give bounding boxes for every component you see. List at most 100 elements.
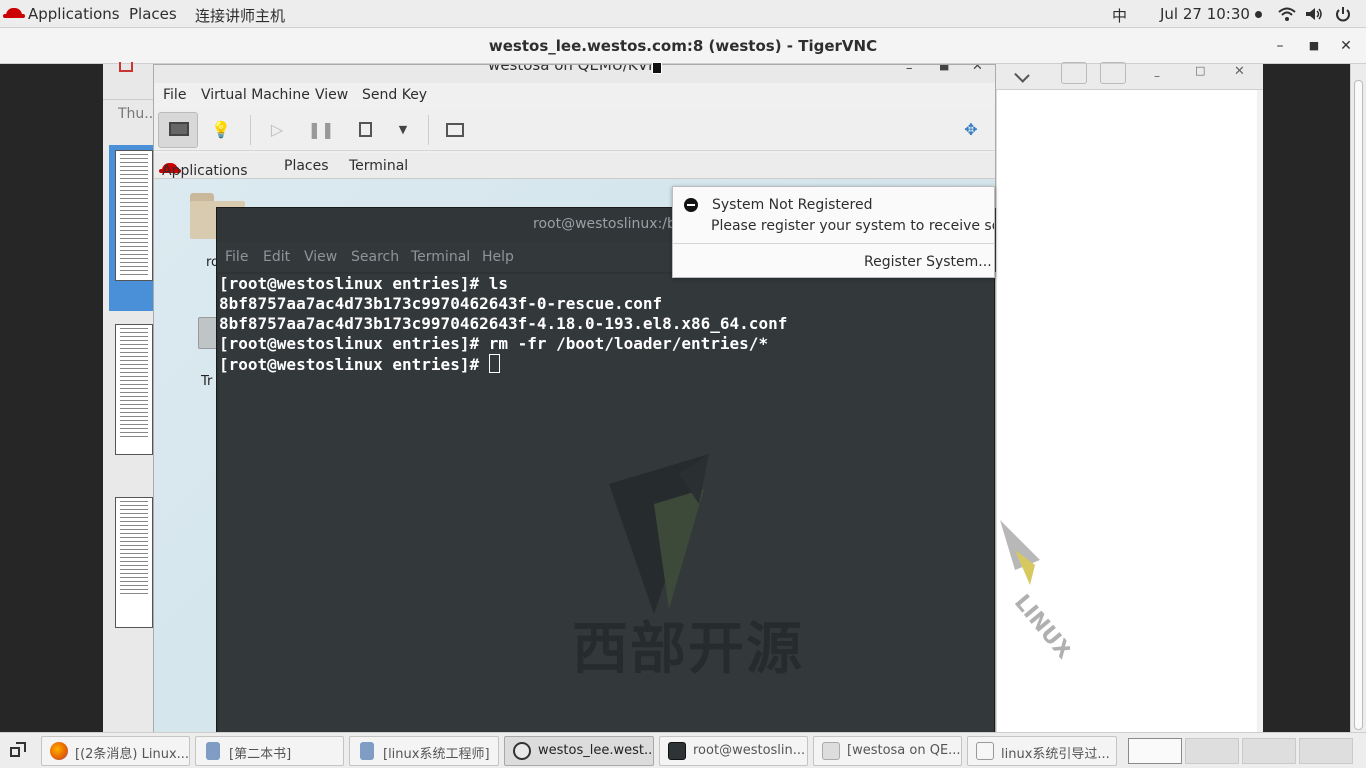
vm-toolbar: 💡 ▷ ❚❚ ▼ ✥ [154, 109, 995, 151]
document-icon [360, 742, 374, 760]
doc-maximize-icon[interactable]: □ [1195, 64, 1205, 77]
taskbar-label: [linux系统工程师] [383, 747, 490, 762]
maximize-icon[interactable]: ■ [1304, 36, 1324, 56]
guest-places-menu[interactable]: Places [284, 158, 329, 174]
vm-menu-view[interactable]: View [315, 87, 348, 103]
terminal-output[interactable]: 西部开源 [root@westoslinux entries]# ls 8bf8… [219, 274, 994, 732]
terminal-title: root@westoslinux:/b [533, 216, 676, 232]
workspace-1[interactable] [1128, 738, 1182, 764]
shutdown-icon [359, 122, 372, 137]
vm-menu-file[interactable]: File [163, 87, 186, 103]
guest-screen[interactable]: Applications Places Terminal ro Tr root@… [154, 153, 996, 733]
vm-close-icon[interactable]: ✕ [972, 65, 983, 74]
taskbar-item-linux-engineer[interactable]: [linux系统工程师] [349, 736, 499, 766]
notification-body: Please register your system to receive s… [711, 218, 995, 234]
sidebar-header: Thu... [103, 100, 158, 132]
doc-minimize-icon[interactable]: – [1154, 69, 1160, 83]
input-method-indicator[interactable]: 中 [1112, 5, 1127, 26]
wifi-icon[interactable] [1278, 7, 1296, 21]
term-menu-edit[interactable]: Edit [263, 249, 290, 265]
toolbar-separator-2 [428, 115, 429, 145]
workspace-2[interactable] [1185, 738, 1239, 764]
vm-icon [822, 742, 840, 760]
terminal-line: [root@westoslinux entries]# rm -fr /boot… [219, 334, 769, 353]
terminal-cursor [488, 354, 500, 373]
taskbar-item-book2[interactable]: [第二本书] [195, 736, 344, 766]
taskbar-label: root@westoslin... [693, 743, 806, 758]
taskbar-item-vnc[interactable]: westos_lee.west... [504, 736, 654, 766]
applications-menu[interactable]: Applications [3, 5, 120, 23]
terminal-prompt-line: [root@westoslinux entries]# [219, 354, 787, 375]
watermark-text: 西部开源 [572, 617, 804, 682]
terminal-lines: [root@westoslinux entries]# ls 8bf8757aa… [219, 274, 787, 375]
power-icon[interactable] [1335, 6, 1351, 22]
taskbar-item-text-editor[interactable]: linux系统引导过... [967, 736, 1117, 766]
vm-menu-send-key[interactable]: Send Key [362, 87, 427, 103]
page-thumbnail-2[interactable] [115, 324, 153, 455]
move-icon: ✥ [964, 120, 978, 139]
view-toggle-icon[interactable] [1061, 62, 1087, 84]
guest-top-bar: Applications Places Terminal [154, 153, 995, 179]
firefox-icon [50, 742, 68, 760]
show-desktop-icon-back [16, 742, 26, 752]
taskbar-item-terminal[interactable]: root@westoslin... [659, 736, 808, 766]
host-top-bar: Applications Places 连接讲师主机 中 Jul 27 10:3… [0, 0, 1366, 28]
zoom-dropdown-icon[interactable] [1014, 67, 1030, 83]
places-menu[interactable]: Places [129, 5, 177, 23]
show-desktop-button[interactable] [6, 739, 32, 763]
doc-viewer-toolbar: – □ ✕ [996, 62, 1263, 90]
workspace-3[interactable] [1242, 738, 1296, 764]
text-editor-icon [976, 742, 994, 760]
doc-close-icon[interactable]: ✕ [1234, 64, 1245, 79]
term-menu-view[interactable]: View [304, 249, 337, 265]
clock[interactable]: Jul 27 10:30 [1160, 5, 1262, 23]
pause-button[interactable]: ❚❚ [306, 116, 336, 144]
vnc-window-titlebar[interactable]: westos_lee.westos.com:8 (westos) - Tiger… [0, 28, 1366, 64]
guest-applications-label: Applications [162, 163, 248, 179]
fullscreen-button[interactable] [440, 116, 470, 144]
sidebar-label: Thu... [118, 106, 158, 122]
console-view-button[interactable] [158, 112, 198, 148]
page-thumbnail-3[interactable] [115, 497, 153, 628]
pdf-icon [119, 62, 133, 72]
taskbar-item-firefox[interactable]: [(2条消息) Linux... [41, 736, 190, 766]
workspace-4[interactable] [1299, 738, 1353, 764]
connect-teacher-menu[interactable]: 连接讲师主机 [195, 5, 285, 26]
scrollbar-thumb[interactable] [1354, 80, 1363, 730]
taskbar-item-vm[interactable]: [westosa on QE... [813, 736, 962, 766]
vm-maximize-icon[interactable]: ■ [939, 65, 949, 72]
shutdown-button[interactable] [350, 116, 380, 144]
vm-window-titlebar[interactable]: westosa on QEMU/KVM – ■ ✕ [154, 65, 995, 83]
term-menu-help[interactable]: Help [482, 249, 514, 265]
resize-to-vm-button[interactable]: ✥ [956, 116, 986, 144]
term-menu-search[interactable]: Search [351, 249, 399, 265]
vm-minimize-icon[interactable]: – [906, 65, 913, 76]
terminal-icon [668, 742, 686, 760]
vnc-icon [513, 742, 531, 760]
guest-terminal-menu[interactable]: Terminal [349, 158, 408, 174]
details-button[interactable]: 💡 [206, 116, 236, 144]
minimize-icon[interactable]: – [1270, 36, 1290, 56]
doc-viewer-header-left [103, 62, 153, 100]
term-menu-file[interactable]: File [225, 249, 248, 265]
system-not-registered-notification[interactable]: System Not Registered Please register yo… [672, 186, 995, 278]
page-thumbnail-1[interactable] [115, 150, 153, 281]
volume-icon[interactable] [1305, 7, 1323, 21]
play-icon: ▷ [270, 120, 284, 139]
shutdown-dropdown[interactable]: ▼ [388, 116, 418, 144]
remote-scrollbar[interactable] [1350, 64, 1366, 732]
minus-circle-icon [684, 198, 698, 212]
notification-divider [673, 243, 994, 244]
close-icon[interactable]: ✕ [1336, 36, 1356, 56]
vm-menu-virtual-machine[interactable]: Virtual Machine [201, 87, 310, 103]
run-button[interactable]: ▷ [262, 116, 292, 144]
term-menu-terminal[interactable]: Terminal [411, 249, 470, 265]
linux-logo-watermark: LINUX [1000, 520, 1070, 664]
notification-dot-icon [1254, 11, 1262, 18]
vm-viewer-window: westosa on QEMU/KVM – ■ ✕ File Virtual M… [153, 64, 996, 733]
vnc-window-title: westos_lee.westos.com:8 (westos) - Tiger… [488, 37, 878, 55]
terminal-window[interactable]: root@westoslinux:/b File Edit View Searc… [216, 207, 996, 733]
vm-menubar: File Virtual Machine View Send Key [154, 83, 995, 109]
hamburger-menu-icon[interactable] [1100, 62, 1126, 84]
register-system-button[interactable]: Register System... [864, 254, 992, 270]
